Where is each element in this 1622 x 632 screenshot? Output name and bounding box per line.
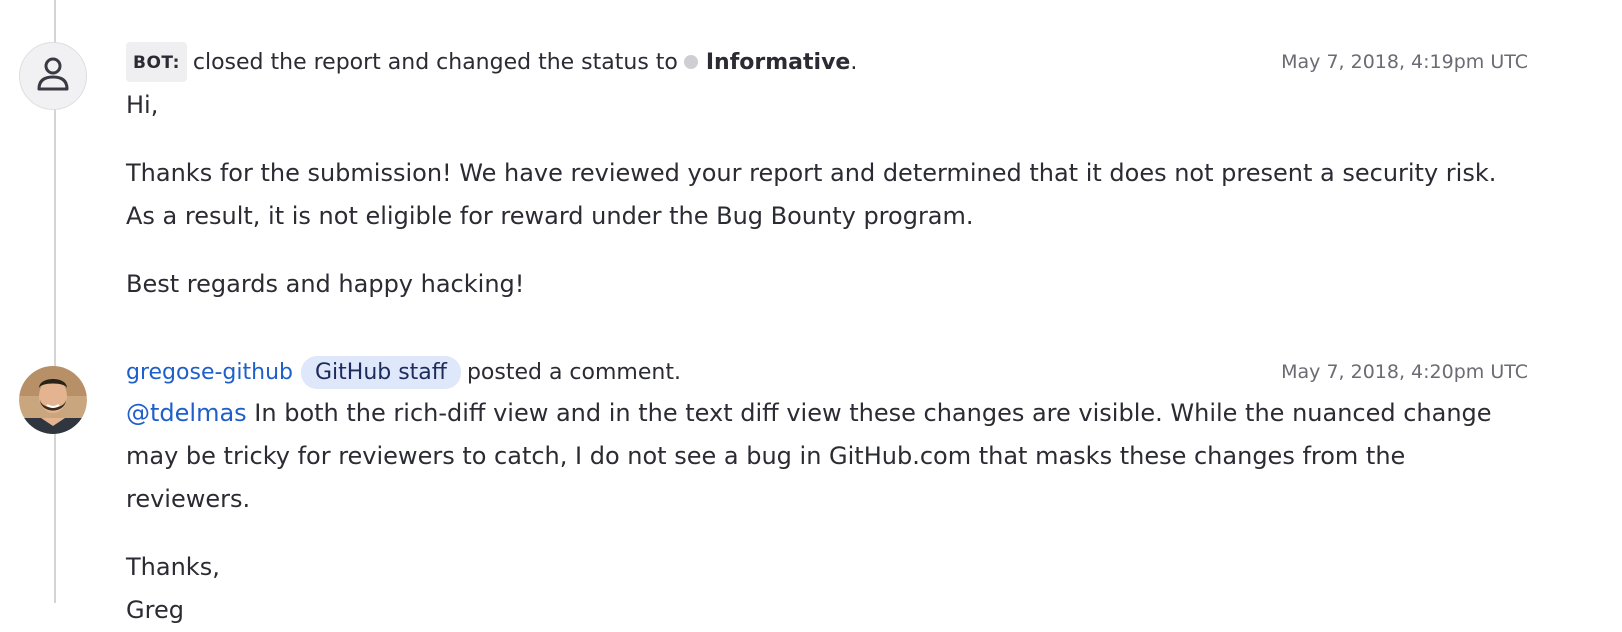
action-text: closed the report and changed the status… (192, 49, 678, 75)
comment-paragraph: Best regards and happy hacking! (126, 270, 525, 298)
comment-paragraph: Hi, (126, 91, 159, 119)
staff-badge: GitHub staff (300, 355, 461, 389)
closing-line: Thanks, (126, 553, 220, 581)
activity-header: gregose-github GitHub staff posted a com… (126, 355, 1528, 389)
person-icon (35, 54, 71, 98)
avatar[interactable] (19, 366, 87, 434)
timestamp[interactable]: May 7, 2018, 4:20pm UTC (1281, 361, 1528, 383)
status-dot (683, 55, 698, 69)
action-text: posted a comment. (466, 359, 681, 385)
comment-text: In both the rich-diff view and in the te… (126, 399, 1492, 513)
comment-closing: Thanks, Greg (126, 546, 1528, 632)
comment-body: @tdelmas In both the rich-diff view and … (126, 392, 1528, 632)
comment-paragraph: Thanks for the submission! We have revie… (126, 159, 1497, 230)
bot-avatar (19, 42, 87, 110)
bot-tag: BOT: (126, 42, 187, 82)
username-link[interactable]: gregose-github (126, 360, 293, 385)
activity-header: BOT: closed the report and changed the s… (126, 42, 1528, 82)
signature: Greg (126, 596, 184, 624)
user-photo-avatar (19, 366, 87, 434)
status-name: Informative (705, 49, 851, 75)
timestamp[interactable]: May 7, 2018, 4:19pm UTC (1281, 51, 1528, 73)
comment-body: Hi, Thanks for the submission! We have r… (126, 84, 1528, 306)
status-suffix: . (850, 49, 858, 75)
comment-paragraph: @tdelmas In both the rich-diff view and … (126, 392, 1528, 521)
mention-link[interactable]: @tdelmas (126, 399, 247, 427)
